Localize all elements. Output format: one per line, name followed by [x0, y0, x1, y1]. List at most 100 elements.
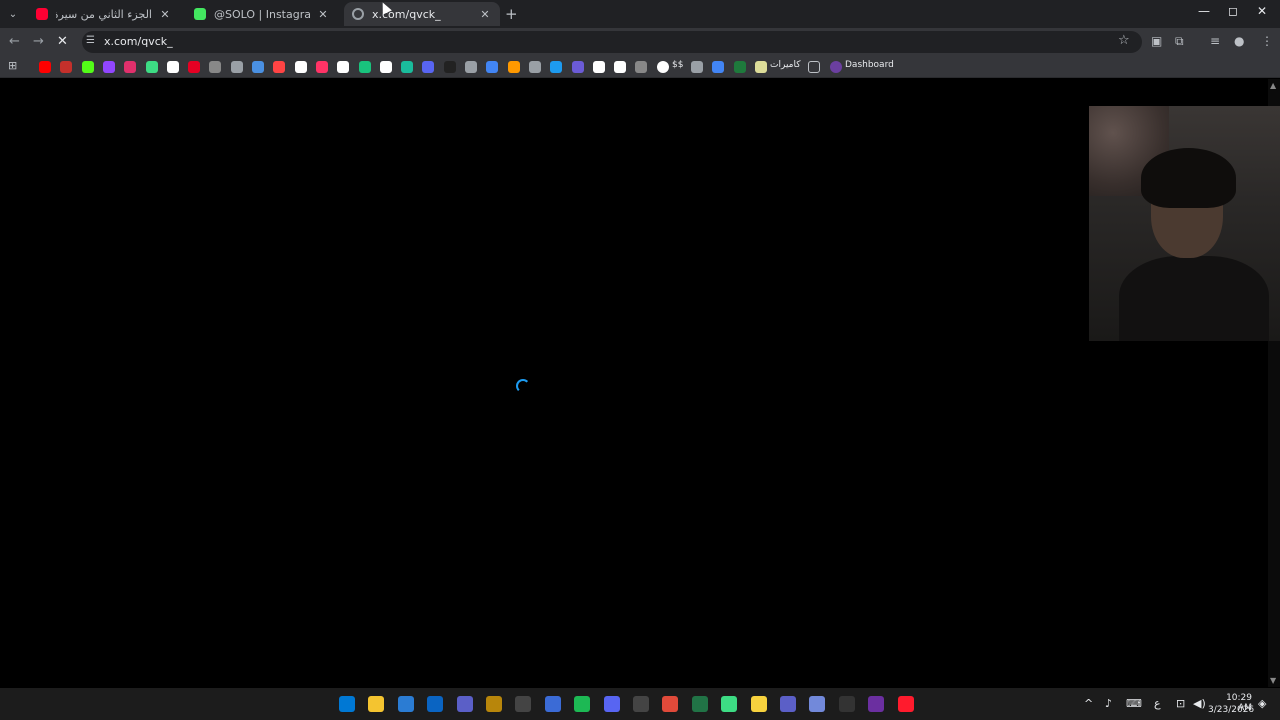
stop-loading-button[interactable]: ✕	[57, 34, 68, 49]
notification-icon[interactable]: ◈	[1258, 697, 1266, 710]
windows-start-icon[interactable]	[339, 696, 355, 712]
excel-icon[interactable]	[691, 696, 708, 712]
winrar-icon[interactable]	[486, 696, 502, 712]
sticky-notes-icon[interactable]	[750, 696, 767, 712]
tab-3-active[interactable]: x.com/qvck_ ✕	[344, 2, 500, 26]
bookmark-icon[interactable]	[294, 61, 307, 73]
discord-2-icon[interactable]	[809, 696, 826, 712]
close-icon[interactable]: ✕	[478, 8, 492, 21]
bookmark-icon[interactable]	[124, 61, 137, 73]
discord-icon[interactable]	[603, 696, 620, 712]
keyboard-icon[interactable]: ⌨	[1126, 697, 1142, 710]
bookmark-icon[interactable]	[528, 61, 541, 73]
extension-icon[interactable]: ▣	[1151, 34, 1162, 48]
microphone-icon[interactable]: ♪	[1105, 697, 1112, 710]
new-tab-button[interactable]: +	[505, 5, 518, 23]
opera-icon[interactable]	[897, 696, 914, 712]
bookmark-icon[interactable]	[592, 61, 605, 73]
minimize-button[interactable]: —	[1198, 4, 1210, 18]
tab-search-button[interactable]: ⌄	[4, 5, 22, 23]
menu-icon[interactable]: ⋮	[1261, 34, 1273, 48]
obs-icon[interactable]	[633, 696, 649, 712]
bookmark-icon[interactable]	[614, 61, 627, 73]
bookmark-icon[interactable]	[401, 61, 414, 73]
puzzle-icon[interactable]: ⧉	[1175, 34, 1184, 49]
bookmark-icon[interactable]	[39, 61, 51, 73]
bookmark-icon[interactable]	[571, 61, 584, 73]
bookmark-icon[interactable]	[145, 61, 158, 73]
folder-bookmark-icon[interactable]	[755, 61, 767, 73]
loading-icon	[352, 8, 364, 20]
google-bookmark-icon[interactable]	[657, 61, 669, 73]
close-icon[interactable]: ✕	[316, 8, 330, 21]
game-icon[interactable]	[868, 696, 885, 712]
bookmark-icon[interactable]	[60, 61, 73, 73]
4k-downloader-icon[interactable]	[515, 696, 532, 712]
address-bar[interactable]: ☰ x.com/qvck_ ☆	[82, 31, 1142, 53]
tab-title: الجزء الثاني من سيرة الأنبياء | نايف...	[56, 7, 152, 21]
bookmark-icon[interactable]	[465, 61, 477, 73]
excel-bookmark-icon[interactable]	[734, 61, 746, 73]
profile-avatar[interactable]: ●	[1234, 34, 1244, 48]
bookmark-icon[interactable]	[81, 61, 94, 73]
bookmark-icon[interactable]	[379, 61, 392, 73]
winamp-icon[interactable]	[838, 696, 855, 712]
bookmark-icon[interactable]	[486, 61, 499, 73]
bookmark-icon[interactable]	[635, 61, 648, 73]
bookmark-icon[interactable]	[166, 61, 179, 73]
bookmark-star-icon[interactable]: ☆	[1118, 33, 1130, 48]
close-window-button[interactable]: ✕	[1257, 4, 1267, 18]
chevron-up-icon[interactable]: ^	[1084, 697, 1093, 710]
webcam-overlay	[1089, 106, 1280, 341]
bookmark-icon[interactable]	[102, 61, 115, 73]
bookmark-icon[interactable]	[422, 61, 435, 73]
linktree-icon	[194, 8, 206, 20]
bookmark-icon[interactable]	[691, 61, 703, 73]
chrome-icon[interactable]	[662, 696, 679, 712]
url-text: x.com/qvck_	[104, 35, 173, 48]
chevron-down-icon: ⌄	[8, 8, 18, 20]
notepad-icon[interactable]	[397, 696, 414, 712]
spotify-icon[interactable]	[574, 696, 591, 712]
volume-icon[interactable]: ◀)	[1193, 697, 1206, 710]
language-indicator[interactable]: ع	[1154, 697, 1161, 710]
tab-2[interactable]: @SOLO | Instagram, TikTok | Lin ✕	[186, 2, 338, 26]
dashboard-bookmark-icon[interactable]	[830, 61, 842, 73]
scroll-up-icon[interactable]: ▲	[1270, 81, 1276, 90]
bookmark-label[interactable]: $$	[672, 60, 683, 70]
media-control-icon[interactable]: ≡	[1210, 34, 1220, 48]
bookmark-icon[interactable]	[507, 61, 520, 73]
bookmark-icon[interactable]	[188, 61, 201, 73]
bookmark-icon[interactable]	[443, 61, 456, 73]
network-icon[interactable]: ⊡	[1176, 697, 1185, 710]
forward-button[interactable]: →	[33, 34, 44, 49]
bookmark-icon[interactable]	[337, 61, 350, 73]
shield-icon[interactable]	[544, 696, 561, 712]
file-explorer-icon[interactable]	[368, 696, 385, 712]
settings-icon[interactable]	[780, 696, 796, 712]
bookmark-icon[interactable]	[315, 61, 328, 73]
bookmark-icon[interactable]	[550, 61, 563, 73]
folder-icon[interactable]	[808, 61, 820, 73]
copilot-icon[interactable]	[456, 696, 473, 712]
clock-date[interactable]: 3/23/2026	[1208, 705, 1254, 715]
bookmark-icon[interactable]	[273, 61, 286, 73]
bookmark-icon[interactable]	[252, 61, 264, 73]
bookmark-icon[interactable]	[230, 61, 243, 73]
bookmark-label[interactable]: كاميرات	[770, 60, 801, 70]
maximize-button[interactable]: ◻	[1228, 4, 1238, 18]
tab-strip: ⌄ الجزء الثاني من سيرة الأنبياء | نايف..…	[0, 0, 1280, 28]
back-button[interactable]: ←	[9, 34, 20, 49]
site-info-icon[interactable]: ☰	[86, 35, 95, 46]
webcam-person-hair	[1141, 148, 1236, 208]
mail-icon[interactable]	[427, 696, 444, 712]
tab-1[interactable]: الجزء الثاني من سيرة الأنبياء | نايف... …	[28, 2, 180, 26]
close-icon[interactable]: ✕	[158, 8, 172, 21]
bookmark-icon[interactable]	[358, 61, 371, 73]
teams-icon[interactable]	[721, 696, 738, 712]
bookmark-icon[interactable]	[712, 61, 724, 73]
bookmark-label[interactable]: Dashboard	[845, 60, 894, 70]
apps-grid-icon[interactable]: ⊞	[8, 59, 17, 72]
scroll-down-icon[interactable]: ▼	[1270, 676, 1276, 685]
bookmark-icon[interactable]	[209, 61, 222, 73]
